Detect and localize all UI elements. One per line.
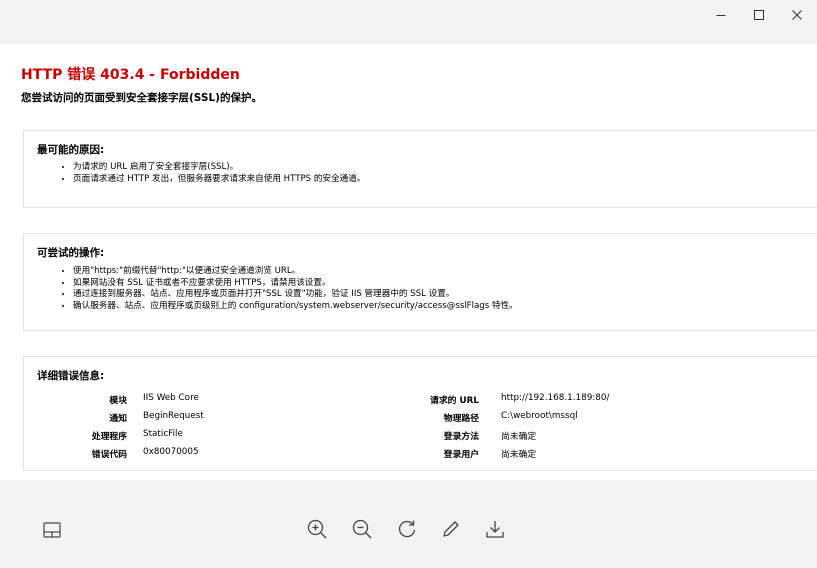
table-row: 通知 BeginRequest 物理路径 C:\webroot\mssql (24, 411, 804, 424)
rotate-icon (398, 520, 416, 538)
zoom-out-button[interactable] (351, 518, 373, 540)
detail-label: 登录方法 (443, 432, 479, 442)
close-icon (792, 10, 802, 20)
detail-label: 请求的 URL (430, 396, 479, 406)
list-item: 为请求的 URL 启用了安全套接字层(SSL)。 (73, 162, 365, 174)
page-subtitle: 您尝试访问的页面受到安全套接字层(SSL)的保护。 (21, 92, 262, 104)
detail-value: StaticFile (143, 429, 183, 439)
detail-value: 尚未确定 (501, 432, 537, 442)
list-item: 使用"https:"前缀代替"http:"以便通过安全通道浏览 URL。 (73, 266, 518, 278)
minimize-icon (716, 15, 726, 16)
error-page: HTTP 错误 403.4 - Forbidden 您尝试访问的页面受到安全套接… (0, 44, 817, 480)
edit-button[interactable] (440, 518, 462, 540)
actions-section: 可尝试的操作: 使用"https:"前缀代替"http:"以便通过安全通道浏览 … (23, 233, 817, 331)
zoom-out-icon (352, 519, 372, 539)
list-item: 确认服务器、站点、应用程序或页级别上的 configuration/system… (73, 301, 518, 313)
detail-label: 登录用户 (443, 450, 479, 460)
causes-list: 为请求的 URL 启用了安全套接字层(SSL)。 页面请求通过 HTTP 发出，… (61, 162, 365, 185)
detail-value: http://192.168.1.189:80/ (501, 393, 610, 403)
detail-label: 通知 (109, 414, 127, 424)
details-section: 详细错误信息: 模块 IIS Web Core 请求的 URL http://1… (23, 356, 817, 471)
maximize-icon (754, 10, 764, 20)
page-title: HTTP 错误 403.4 - Forbidden (21, 67, 240, 83)
detail-label: 错误代码 (91, 450, 127, 460)
close-button[interactable] (779, 0, 815, 30)
download-icon (486, 521, 504, 538)
list-item: 通过连接到服务器、站点、应用程序或页面并打开"SSL 设置"功能，验证 IIS … (73, 289, 518, 301)
panel-toggle-button[interactable] (43, 522, 61, 542)
maximize-button[interactable] (741, 0, 777, 30)
detail-label: 模块 (109, 396, 127, 406)
table-row: 错误代码 0x80070005 登录用户 尚未确定 (24, 447, 804, 460)
image-viewer-window: HTTP 错误 403.4 - Forbidden 您尝试访问的页面受到安全套接… (0, 0, 817, 568)
table-row: 模块 IIS Web Core 请求的 URL http://192.168.1… (24, 393, 804, 406)
detail-value: 0x80070005 (143, 447, 199, 457)
edit-icon (443, 521, 459, 537)
causes-heading: 最可能的原因: (37, 144, 105, 156)
download-button[interactable] (484, 518, 506, 540)
table-row: 处理程序 StaticFile 登录方法 尚未确定 (24, 429, 804, 442)
rotate-button[interactable] (396, 518, 418, 540)
actions-list: 使用"https:"前缀代替"http:"以便通过安全通道浏览 URL。 如果网… (61, 266, 518, 312)
panel-toggle-icon (43, 522, 61, 538)
list-item: 页面请求通过 HTTP 发出，但服务器要求请求来自使用 HTTPS 的安全通道。 (73, 174, 365, 186)
detail-value: BeginRequest (143, 411, 204, 421)
zoom-in-icon (307, 519, 327, 539)
actions-heading: 可尝试的操作: (37, 247, 105, 259)
zoom-in-button[interactable] (306, 518, 328, 540)
detail-value: 尚未确定 (501, 450, 537, 460)
details-heading: 详细错误信息: (37, 370, 105, 382)
detail-label: 处理程序 (91, 432, 127, 442)
causes-section: 最可能的原因: 为请求的 URL 启用了安全套接字层(SSL)。 页面请求通过 … (23, 130, 817, 208)
detail-value: IIS Web Core (143, 393, 199, 403)
title-bar (0, 0, 817, 36)
detail-label: 物理路径 (443, 414, 479, 424)
minimize-button[interactable] (703, 0, 739, 30)
detail-value: C:\webroot\mssql (501, 411, 578, 421)
list-item: 如果网站没有 SSL 证书或者不应要求使用 HTTPS，请禁用该设置。 (73, 278, 518, 290)
